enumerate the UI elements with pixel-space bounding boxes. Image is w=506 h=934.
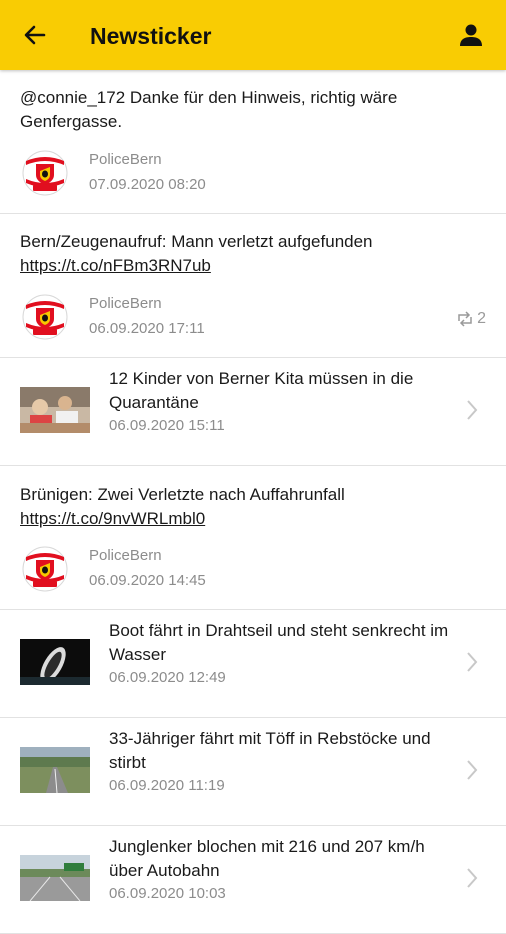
retweet-count[interactable]: 2 bbox=[456, 310, 486, 328]
chevron-right-icon bbox=[466, 759, 478, 781]
article-title: 12 Kinder von Berner Kita müssen in die … bbox=[109, 369, 414, 412]
app-header: Newsticker bbox=[0, 0, 506, 70]
tweet-date: 06.09.2020 17:11 bbox=[89, 320, 205, 337]
article-date: 06.09.2020 10:03 bbox=[109, 885, 226, 902]
arrow-left-icon bbox=[24, 25, 46, 45]
back-button[interactable] bbox=[22, 22, 48, 48]
tweet-body: Bern/Zeugenaufruf: Mann verletzt aufgefu… bbox=[20, 232, 373, 251]
article-date: 06.09.2020 11:19 bbox=[109, 777, 225, 794]
news-feed: @connie_172 Danke für den Hinweis, richt… bbox=[0, 70, 506, 934]
tweet-item[interactable]: @connie_172 Danke für den Hinweis, richt… bbox=[0, 70, 506, 214]
article-item[interactable]: Boot fährt in Drahtseil und steht senkre… bbox=[0, 610, 506, 718]
retweet-number: 2 bbox=[477, 310, 486, 327]
person-icon bbox=[460, 24, 482, 46]
children-thumbnail bbox=[20, 387, 90, 433]
tweet-link[interactable]: https://t.co/nFBm3RN7ub bbox=[20, 254, 490, 278]
road-thumbnail bbox=[20, 747, 90, 793]
article-date: 06.09.2020 12:49 bbox=[109, 669, 226, 686]
profile-button[interactable] bbox=[458, 22, 484, 48]
tweet-author: PoliceBern bbox=[89, 295, 162, 312]
tweet-text: Brünigen: Zwei Verletzte nach Auffahrunf… bbox=[20, 483, 490, 531]
retweet-icon bbox=[458, 311, 472, 327]
page-title: Newsticker bbox=[90, 23, 212, 49]
tweet-item[interactable]: Bern/Zeugenaufruf: Mann verletzt aufgefu… bbox=[0, 214, 506, 358]
police-bern-logo bbox=[22, 293, 68, 341]
tweet-date: 06.09.2020 14:45 bbox=[89, 572, 206, 589]
tweet-text: Bern/Zeugenaufruf: Mann verletzt aufgefu… bbox=[20, 230, 490, 278]
article-item[interactable]: Junglenker blochen mit 216 und 207 km/h … bbox=[0, 826, 506, 934]
chevron-right-icon bbox=[466, 399, 478, 421]
chevron-right-icon bbox=[466, 867, 478, 889]
tweet-author: PoliceBern bbox=[89, 151, 162, 168]
tweet-text: @connie_172 Danke für den Hinweis, richt… bbox=[20, 88, 398, 131]
chevron-right-icon bbox=[466, 651, 478, 673]
article-title: Boot fährt in Drahtseil und steht senkre… bbox=[109, 621, 449, 664]
tweet-item[interactable]: Brünigen: Zwei Verletzte nach Auffahrunf… bbox=[0, 466, 506, 610]
police-bern-logo bbox=[22, 545, 68, 593]
tweet-date: 07.09.2020 08:20 bbox=[89, 176, 206, 193]
highway-thumbnail bbox=[20, 855, 90, 901]
boat-thumbnail bbox=[20, 639, 90, 685]
article-title: Junglenker blochen mit 216 und 207 km/h … bbox=[109, 837, 425, 880]
police-bern-logo bbox=[22, 149, 68, 197]
article-item[interactable]: 33-Jähriger fährt mit Töff in Rebstöcke … bbox=[0, 718, 506, 826]
article-title: 33-Jähriger fährt mit Töff in Rebstöcke … bbox=[109, 729, 431, 772]
tweet-body: Brünigen: Zwei Verletzte nach Auffahrunf… bbox=[20, 485, 345, 504]
tweet-link[interactable]: https://t.co/9nvWRLmbl0 bbox=[20, 507, 490, 531]
article-item[interactable]: 12 Kinder von Berner Kita müssen in die … bbox=[0, 358, 506, 466]
tweet-author: PoliceBern bbox=[89, 547, 162, 564]
article-date: 06.09.2020 15:11 bbox=[109, 417, 225, 434]
